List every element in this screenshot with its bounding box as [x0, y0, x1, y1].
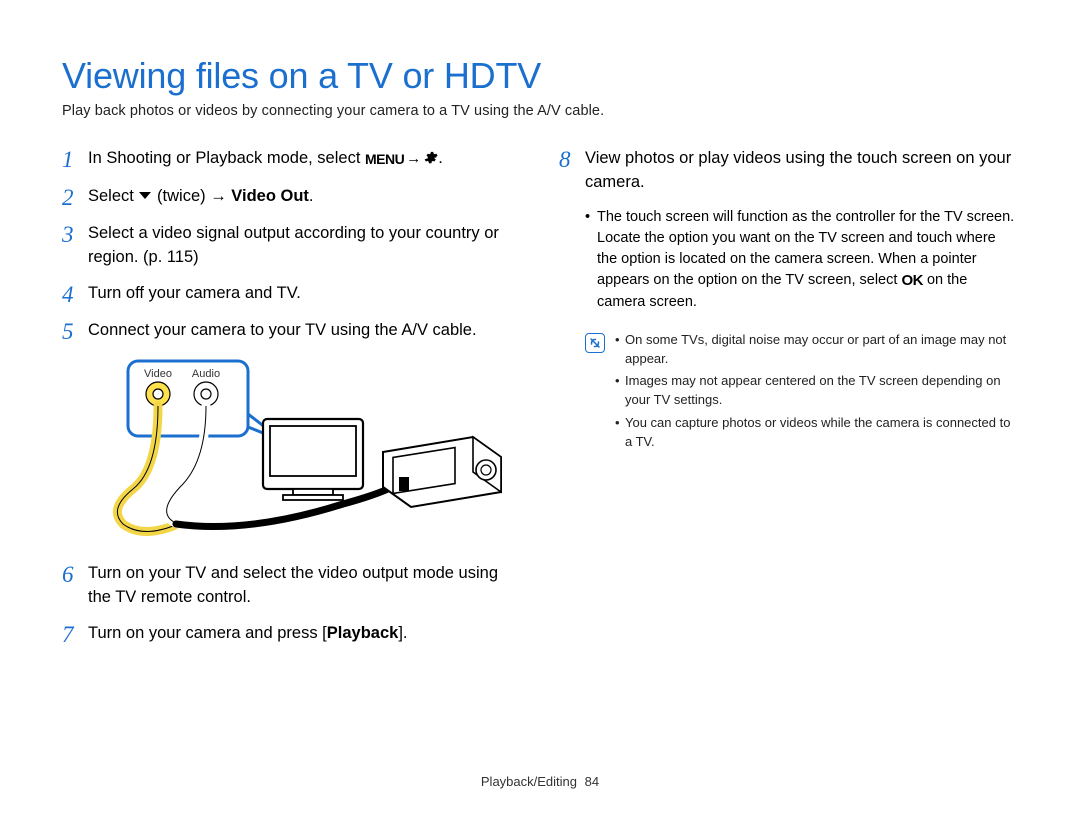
footer-page-number: 84	[585, 774, 599, 789]
note-item: You can capture photos or videos while t…	[615, 414, 1018, 452]
step-body: Select a video signal output according t…	[88, 222, 521, 270]
page-subtitle: Play back photos or videos by connecting…	[62, 103, 1018, 119]
step-5: 5 Connect your camera to your TV using t…	[62, 319, 521, 344]
step-3: 3 Select a video signal output according…	[62, 222, 521, 270]
av-cable-diagram: Video Audio	[88, 359, 521, 544]
audio-plug-label: Audio	[192, 368, 220, 380]
page-footer: Playback/Editing 84	[0, 774, 1080, 789]
step-2: 2 Select (twice) → Video Out.	[62, 185, 521, 210]
note-item: Images may not appear centered on the TV…	[615, 372, 1018, 410]
step-post: .	[438, 149, 443, 167]
left-column: 1 In Shooting or Playback mode, select M…	[62, 147, 521, 659]
step-number: 3	[62, 222, 88, 247]
step-number: 8	[559, 147, 585, 172]
step-body: Turn off your camera and TV.	[88, 282, 521, 306]
step-post: .	[309, 187, 314, 205]
right-column: 8 View photos or play videos using the t…	[559, 147, 1018, 659]
note-list: On some TVs, digital noise may occur or …	[615, 331, 1018, 456]
step-number: 6	[62, 562, 88, 587]
note-icon	[585, 333, 605, 353]
step-number: 7	[62, 622, 88, 647]
step-body: Connect your camera to your TV using the…	[88, 319, 521, 343]
step-body: In Shooting or Playback mode, select MEN…	[88, 147, 521, 173]
step-8: 8 View photos or play videos using the t…	[559, 147, 1018, 195]
note-item: On some TVs, digital noise may occur or …	[615, 331, 1018, 369]
ok-icon: OK	[901, 270, 923, 292]
gear-icon	[423, 149, 438, 173]
step-pre: Turn on your camera and press [	[88, 624, 327, 642]
playback-label: Playback	[327, 624, 399, 642]
step-mid: (twice) →	[152, 187, 231, 205]
content-columns: 1 In Shooting or Playback mode, select M…	[62, 147, 1018, 659]
bullet-item: The touch screen will function as the co…	[585, 207, 1018, 313]
step-number: 1	[62, 147, 88, 172]
step-text: In Shooting or Playback mode, select	[88, 149, 365, 167]
step-body: View photos or play videos using the tou…	[585, 147, 1018, 195]
video-plug-label: Video	[144, 368, 172, 380]
step-post: ].	[398, 624, 407, 642]
menu-icon: MENU	[365, 149, 404, 169]
video-out-label: Video Out	[231, 187, 309, 205]
footer-section: Playback/Editing	[481, 774, 577, 789]
step-body: Select (twice) → Video Out.	[88, 185, 521, 210]
step-4: 4 Turn off your camera and TV.	[62, 282, 521, 307]
step-8-details: The touch screen will function as the co…	[585, 207, 1018, 313]
step-6: 6 Turn on your TV and select the video o…	[62, 562, 521, 610]
step-7: 7 Turn on your camera and press [Playbac…	[62, 622, 521, 647]
step-number: 5	[62, 319, 88, 344]
page-title: Viewing files on a TV or HDTV	[62, 55, 1018, 97]
step-body: Turn on your camera and press [Playback]…	[88, 622, 521, 646]
step-number: 4	[62, 282, 88, 307]
step-1: 1 In Shooting or Playback mode, select M…	[62, 147, 521, 173]
note-box: On some TVs, digital noise may occur or …	[585, 331, 1018, 456]
chevron-down-icon	[138, 186, 152, 210]
step-pre: Select	[88, 187, 138, 205]
arrow-icon: →	[406, 148, 421, 170]
step-number: 2	[62, 185, 88, 210]
step-body: Turn on your TV and select the video out…	[88, 562, 521, 610]
